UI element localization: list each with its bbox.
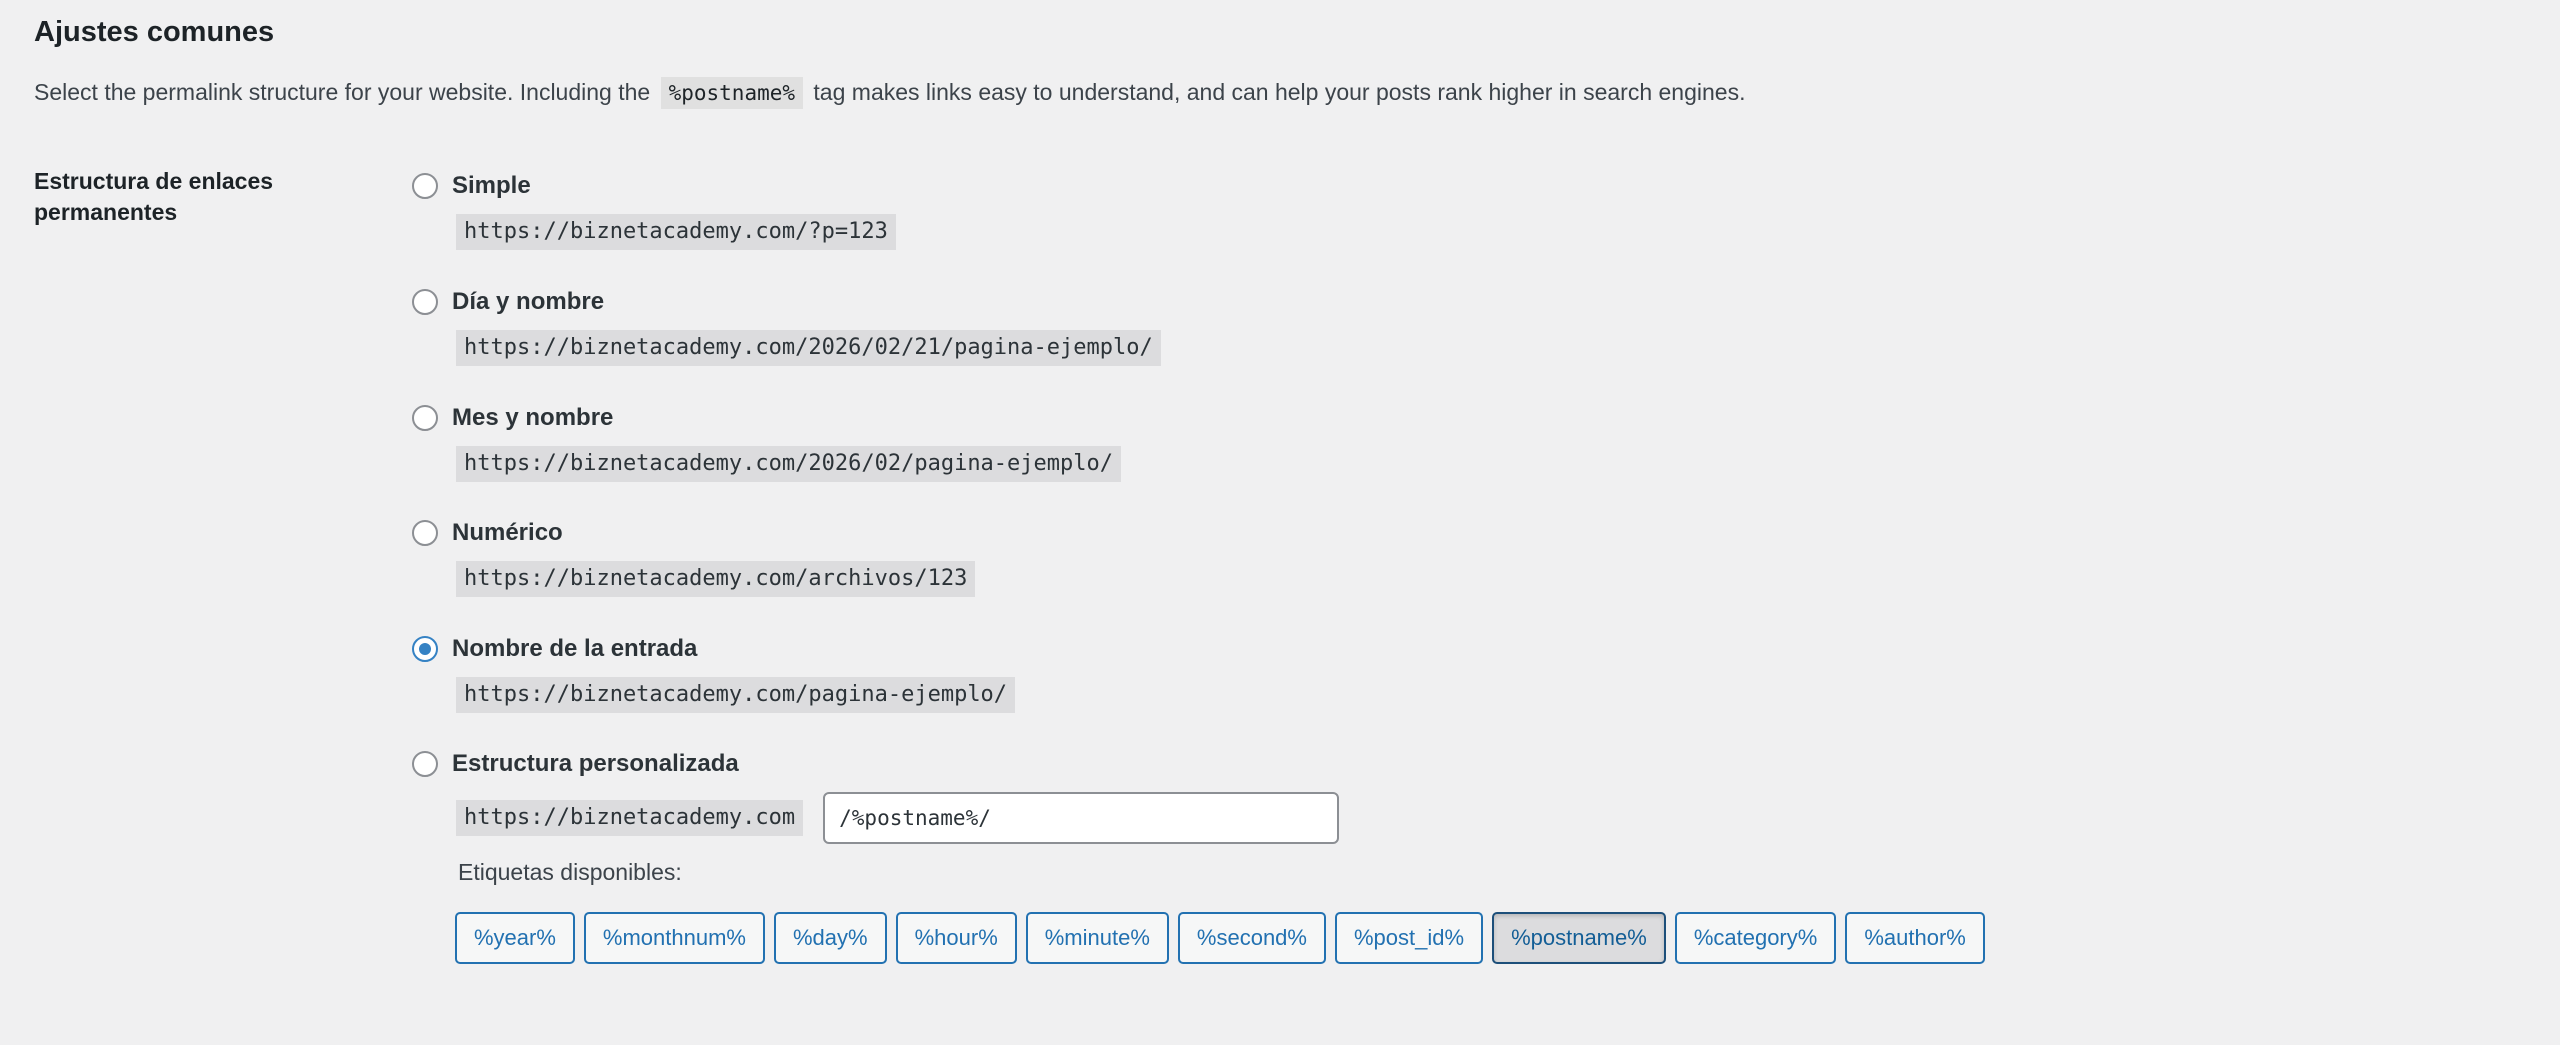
section-description: Select the permalink structure for your … [34,74,1745,111]
tag-minute-button[interactable]: %minute% [1025,912,1169,964]
radio-numeric[interactable] [412,520,438,546]
available-tags-label: Etiquetas disponibles: [458,859,682,885]
example-month-name: https://biznetacademy.com/2026/02/pagina… [456,446,1122,482]
option-label-post-name[interactable]: Nombre de la entrada [452,635,697,663]
custom-base-url: https://biznetacademy.com [456,800,804,836]
example-numeric: https://biznetacademy.com/archivos/123 [456,561,976,597]
description-text-before: Select the permalink structure for your … [34,79,651,105]
tag-category-button[interactable]: %category% [1674,912,1837,964]
tag-hour-button[interactable]: %hour% [895,912,1017,964]
example-post-name: https://biznetacademy.com/pagina-ejemplo… [456,677,1016,713]
tag-day-button[interactable]: %day% [774,912,887,964]
description-code: %postname% [660,77,804,109]
option-simple: Simple https://biznetacademy.com/?p=123 [412,168,1812,250]
tag-author-button[interactable]: %author% [1845,912,1985,964]
tag-year-button[interactable]: %year% [455,912,575,964]
radio-day-name[interactable] [412,289,438,315]
option-label-simple[interactable]: Simple [452,172,531,200]
description-text-after: tag makes links easy to understand, and … [813,79,1746,105]
tag-post-id-button[interactable]: %post_id% [1334,912,1484,964]
option-label-custom[interactable]: Estructura personalizada [452,750,739,778]
available-tags: %year% %monthnum% %day% %hour% %minute% … [455,912,1985,964]
option-post-name: Nombre de la entrada https://biznetacade… [412,631,1812,713]
option-day-name: Día y nombre https://biznetacademy.com/2… [412,284,1812,366]
tag-monthnum-button[interactable]: %monthnum% [583,912,765,964]
option-month-name: Mes y nombre https://biznetacademy.com/2… [412,400,1812,482]
radio-simple[interactable] [412,173,438,199]
section-title: Ajustes comunes [34,16,275,48]
radio-month-name[interactable] [412,405,438,431]
tag-second-button[interactable]: %second% [1177,912,1326,964]
option-label-day-name[interactable]: Día y nombre [452,288,604,316]
example-simple: https://biznetacademy.com/?p=123 [456,214,896,250]
example-day-name: https://biznetacademy.com/2026/02/21/pag… [456,330,1161,366]
option-custom: Estructura personalizada https://bizneta… [412,746,1812,844]
radio-custom[interactable] [412,751,438,777]
option-numeric: Numérico https://biznetacademy.com/archi… [412,515,1812,597]
permalink-structure-label: Estructura de enlaces permanentes [34,168,274,225]
radio-post-name[interactable] [412,636,438,662]
option-label-numeric[interactable]: Numérico [452,519,563,547]
option-label-month-name[interactable]: Mes y nombre [452,404,613,432]
custom-structure-input[interactable] [823,792,1340,844]
tag-postname-button[interactable]: %postname% [1492,912,1666,964]
custom-structure-row: https://biznetacademy.com [456,792,1812,844]
